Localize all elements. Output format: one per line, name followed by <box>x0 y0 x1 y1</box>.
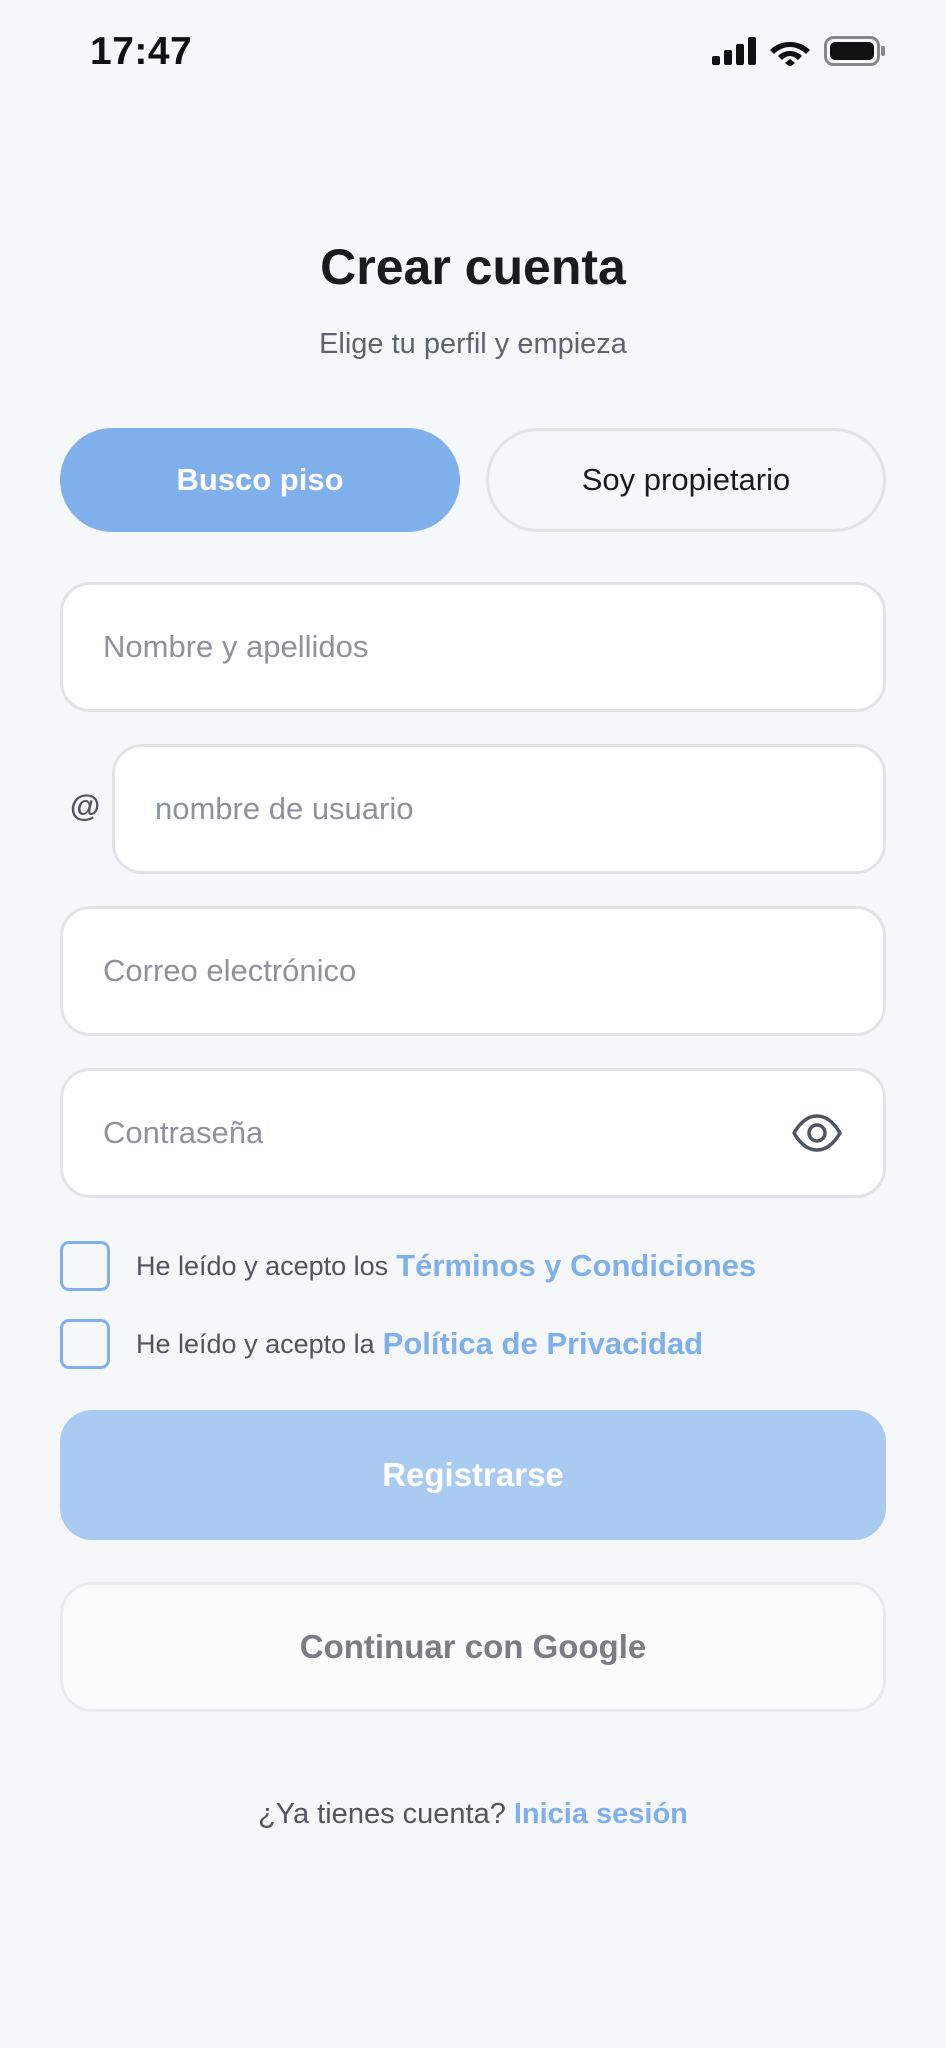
privacy-consent-text: He leído y acepto la <box>136 1328 375 1359</box>
privacy-consent-row: He leído y acepto la Política de Privaci… <box>60 1319 703 1369</box>
email-field[interactable] <box>60 906 886 1036</box>
eye-icon[interactable] <box>791 1113 843 1153</box>
register-button[interactable]: Registrarse <box>60 1410 886 1540</box>
email-input[interactable] <box>63 953 883 989</box>
page-title: Crear cuenta <box>320 239 626 295</box>
battery-icon <box>824 36 885 66</box>
role-option-seeker[interactable]: Busco piso <box>60 428 460 532</box>
username-field[interactable] <box>112 744 886 874</box>
login-prompt-text: ¿Ya tienes cuenta? <box>258 1798 506 1830</box>
page-subtitle: Elige tu perfil y empieza <box>319 328 627 360</box>
username-input[interactable] <box>115 791 883 827</box>
terms-consent-row: He leído y acepto los Términos y Condici… <box>60 1241 756 1291</box>
status-bar: 17:47 <box>0 0 946 110</box>
full-name-input[interactable] <box>63 629 883 665</box>
google-signin-button[interactable]: Continuar con Google <box>60 1582 886 1712</box>
terms-link[interactable]: Términos y Condiciones <box>396 1248 756 1284</box>
login-link[interactable]: Inicia sesión <box>514 1798 688 1830</box>
status-icons <box>712 36 886 66</box>
password-field[interactable] <box>60 1068 886 1198</box>
terms-consent-text: He leído y acepto los <box>136 1250 389 1281</box>
privacy-link[interactable]: Política de Privacidad <box>383 1326 703 1362</box>
cellular-signal-icon <box>712 37 756 65</box>
login-prompt: ¿Ya tienes cuenta? Inicia sesión <box>0 1798 946 1831</box>
status-time: 17:47 <box>90 30 193 73</box>
privacy-checkbox[interactable] <box>60 1319 110 1369</box>
terms-checkbox[interactable] <box>60 1241 110 1291</box>
username-prefix: @ <box>70 788 101 823</box>
full-name-field[interactable] <box>60 582 886 712</box>
wifi-icon <box>770 42 810 66</box>
role-option-owner[interactable]: Soy propietario <box>486 428 886 532</box>
password-input[interactable] <box>63 1115 883 1151</box>
